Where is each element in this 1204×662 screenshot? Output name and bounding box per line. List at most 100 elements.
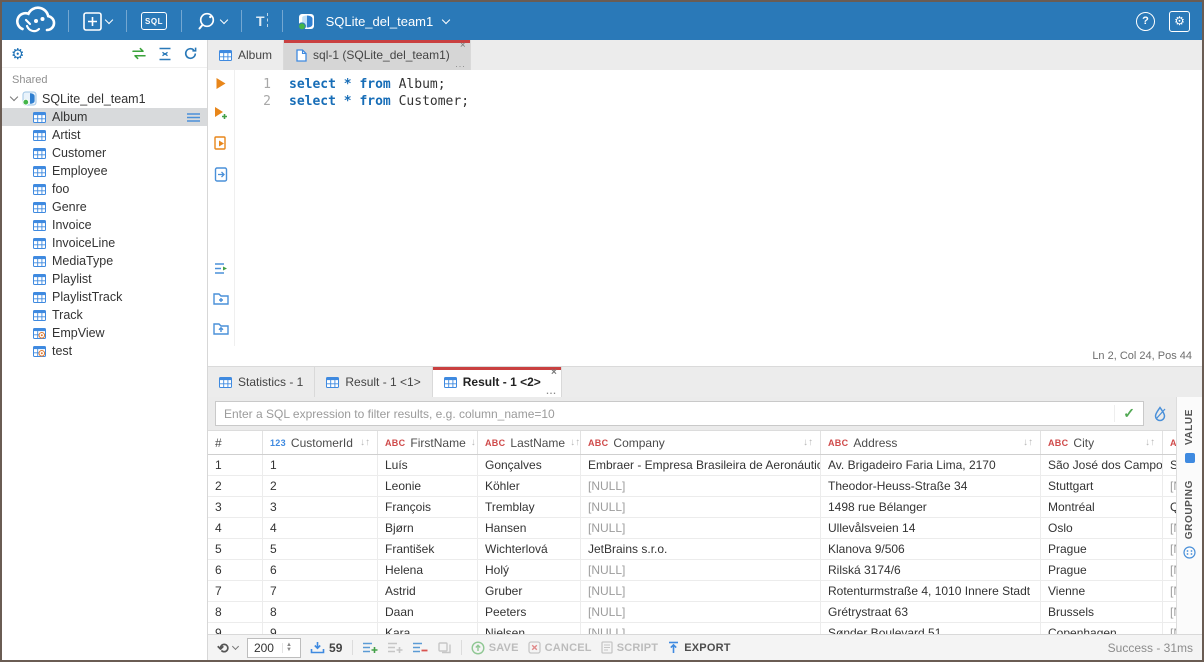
table-cell[interactable]: Astrid (378, 581, 478, 601)
table-cell[interactable]: Ullevålsveien 14 (821, 518, 1041, 538)
table-cell[interactable]: Nielsen (478, 623, 581, 634)
table-cell[interactable]: 3 (208, 497, 263, 517)
new-sql-editor-button[interactable]: SQL (137, 10, 171, 32)
table-cell[interactable]: Brussels (1041, 602, 1163, 622)
tree-item-playlist[interactable]: Playlist (2, 270, 207, 288)
column-header-customerid[interactable]: 123CustomerId↓↑ (263, 431, 378, 454)
table-cell[interactable]: Gruber (478, 581, 581, 601)
column-header-city[interactable]: ABCCity↓↑ (1041, 431, 1163, 454)
table-cell[interactable]: František (378, 539, 478, 559)
table-cell[interactable]: 8 (208, 602, 263, 622)
table-cell[interactable]: 7 (263, 581, 378, 601)
table-cell[interactable]: 4 (208, 518, 263, 538)
sort-icon[interactable]: ↓↑ (1145, 437, 1155, 448)
table-cell[interactable]: [NULL] (1163, 539, 1176, 559)
column-header-state[interactable]: ABCState↓↑ (1163, 431, 1176, 454)
table-cell[interactable]: 6 (263, 560, 378, 580)
table-cell[interactable]: [NULL] (581, 497, 821, 517)
duplicate-row-button[interactable] (387, 641, 403, 654)
tree-item-album[interactable]: Album (2, 108, 207, 126)
table-cell[interactable]: 5 (263, 539, 378, 559)
text-tool-button[interactable]: T (252, 11, 272, 31)
table-cell[interactable]: 2 (263, 476, 378, 496)
tree-item-test[interactable]: test (2, 342, 207, 360)
table-cell[interactable]: [NULL] (1163, 518, 1176, 538)
item-menu-icon[interactable] (187, 113, 200, 122)
table-cell[interactable]: Embraer - Empresa Brasileira de Aeronáut… (581, 455, 821, 475)
add-row-button[interactable] (362, 641, 378, 654)
tree-item-playlisttrack[interactable]: PlaylistTrack (2, 288, 207, 306)
table-cell[interactable]: Theodor-Heuss-Straße 34 (821, 476, 1041, 496)
table-cell[interactable]: Peeters (478, 602, 581, 622)
table-cell[interactable]: Stuttgart (1041, 476, 1163, 496)
result-tab-statistics-1[interactable]: Statistics - 1 (208, 367, 315, 397)
column-header-rownum[interactable]: # (208, 431, 263, 454)
table-cell[interactable]: Holý (478, 560, 581, 580)
table-cell[interactable]: Rilská 3174/6 (821, 560, 1041, 580)
revert-row-button[interactable] (437, 641, 452, 654)
connection-selector[interactable]: SQLite_del_team1 (293, 10, 454, 33)
new-object-button[interactable] (79, 10, 116, 33)
apply-filter-button[interactable]: ✓ (1114, 405, 1143, 422)
table-cell[interactable]: 3 (263, 497, 378, 517)
tree-item-invoice[interactable]: Invoice (2, 216, 207, 234)
table-cell[interactable]: Copenhagen (1041, 623, 1163, 634)
explain-plan-button[interactable] (214, 167, 228, 187)
table-cell[interactable]: 1 (263, 455, 378, 475)
navigator-settings-icon[interactable]: ⚙ (11, 45, 24, 63)
tree-item-artist[interactable]: Artist (2, 126, 207, 144)
table-cell[interactable]: Prague (1041, 560, 1163, 580)
sql-code[interactable]: select * from Album;select * from Custom… (283, 70, 1202, 346)
page-size-input[interactable] (248, 641, 282, 655)
table-cell[interactable]: [NULL] (581, 476, 821, 496)
expander-chevron-icon[interactable] (10, 93, 18, 101)
delete-row-button[interactable] (412, 641, 428, 654)
table-cell[interactable]: Montréal (1041, 497, 1163, 517)
sort-icon[interactable]: ↓↑ (570, 437, 580, 448)
table-cell[interactable]: [NULL] (581, 518, 821, 538)
table-cell[interactable]: Vienne (1041, 581, 1163, 601)
table-cell[interactable]: [NULL] (581, 560, 821, 580)
table-cell[interactable]: Klanova 9/506 (821, 539, 1041, 559)
close-icon[interactable]: × (460, 41, 466, 51)
table-cell[interactable]: 4 (263, 518, 378, 538)
table-cell[interactable]: Wichterlová (478, 539, 581, 559)
table-cell[interactable]: [NULL] (1163, 623, 1176, 634)
grouping-panel-tab[interactable]: GROUPING (1183, 480, 1196, 559)
table-cell[interactable]: Sønder Boulevard 51 (821, 623, 1041, 634)
table-cell[interactable]: [NULL] (1163, 602, 1176, 622)
export-button[interactable]: EXPORT (667, 641, 730, 654)
table-cell[interactable]: SP (1163, 455, 1176, 475)
tree-item-customer[interactable]: Customer (2, 144, 207, 162)
cloudbeaver-logo[interactable] (14, 6, 58, 36)
tree-item-foo[interactable]: foo (2, 180, 207, 198)
editor-tab-album[interactable]: Album (208, 40, 284, 70)
close-icon[interactable]: × (551, 368, 557, 378)
table-cell[interactable]: [NULL] (1163, 581, 1176, 601)
tree-item-empview[interactable]: EmpView (2, 324, 207, 342)
tools-button[interactable] (192, 9, 231, 34)
result-tab-result-1-1-[interactable]: Result - 1 <1> (315, 367, 432, 397)
sort-icon[interactable]: ↓↑ (471, 437, 478, 448)
stepper-arrows[interactable]: ▲▼ (282, 643, 295, 653)
table-cell[interactable]: Luís (378, 455, 478, 475)
execute-new-tab-button[interactable] (214, 106, 228, 125)
collapse-all-icon[interactable] (158, 47, 172, 61)
table-cell[interactable]: Av. Brigadeiro Faria Lima, 2170 (821, 455, 1041, 475)
help-button[interactable]: ? (1136, 12, 1155, 31)
table-cell[interactable]: 1 (208, 455, 263, 475)
execute-script-button[interactable] (214, 136, 228, 156)
refresh-icon[interactable] (183, 46, 198, 61)
result-tab-result-1-2-[interactable]: Result - 1 <2>×... (433, 367, 562, 397)
column-header-address[interactable]: ABCAddress↓↑ (821, 431, 1041, 454)
table-cell[interactable]: Bjørn (378, 518, 478, 538)
execute-query-button[interactable] (215, 77, 227, 95)
table-cell[interactable]: [NULL] (1163, 476, 1176, 496)
settings-button[interactable]: ⚙ (1169, 11, 1190, 32)
tree-item-mediatype[interactable]: MediaType (2, 252, 207, 270)
table-cell[interactable]: Oslo (1041, 518, 1163, 538)
tab-menu-dots-icon[interactable]: ... (546, 387, 557, 396)
save-script-button[interactable] (213, 321, 229, 340)
column-header-firstname[interactable]: ABCFirstName↓↑ (378, 431, 478, 454)
table-cell[interactable]: 6 (208, 560, 263, 580)
